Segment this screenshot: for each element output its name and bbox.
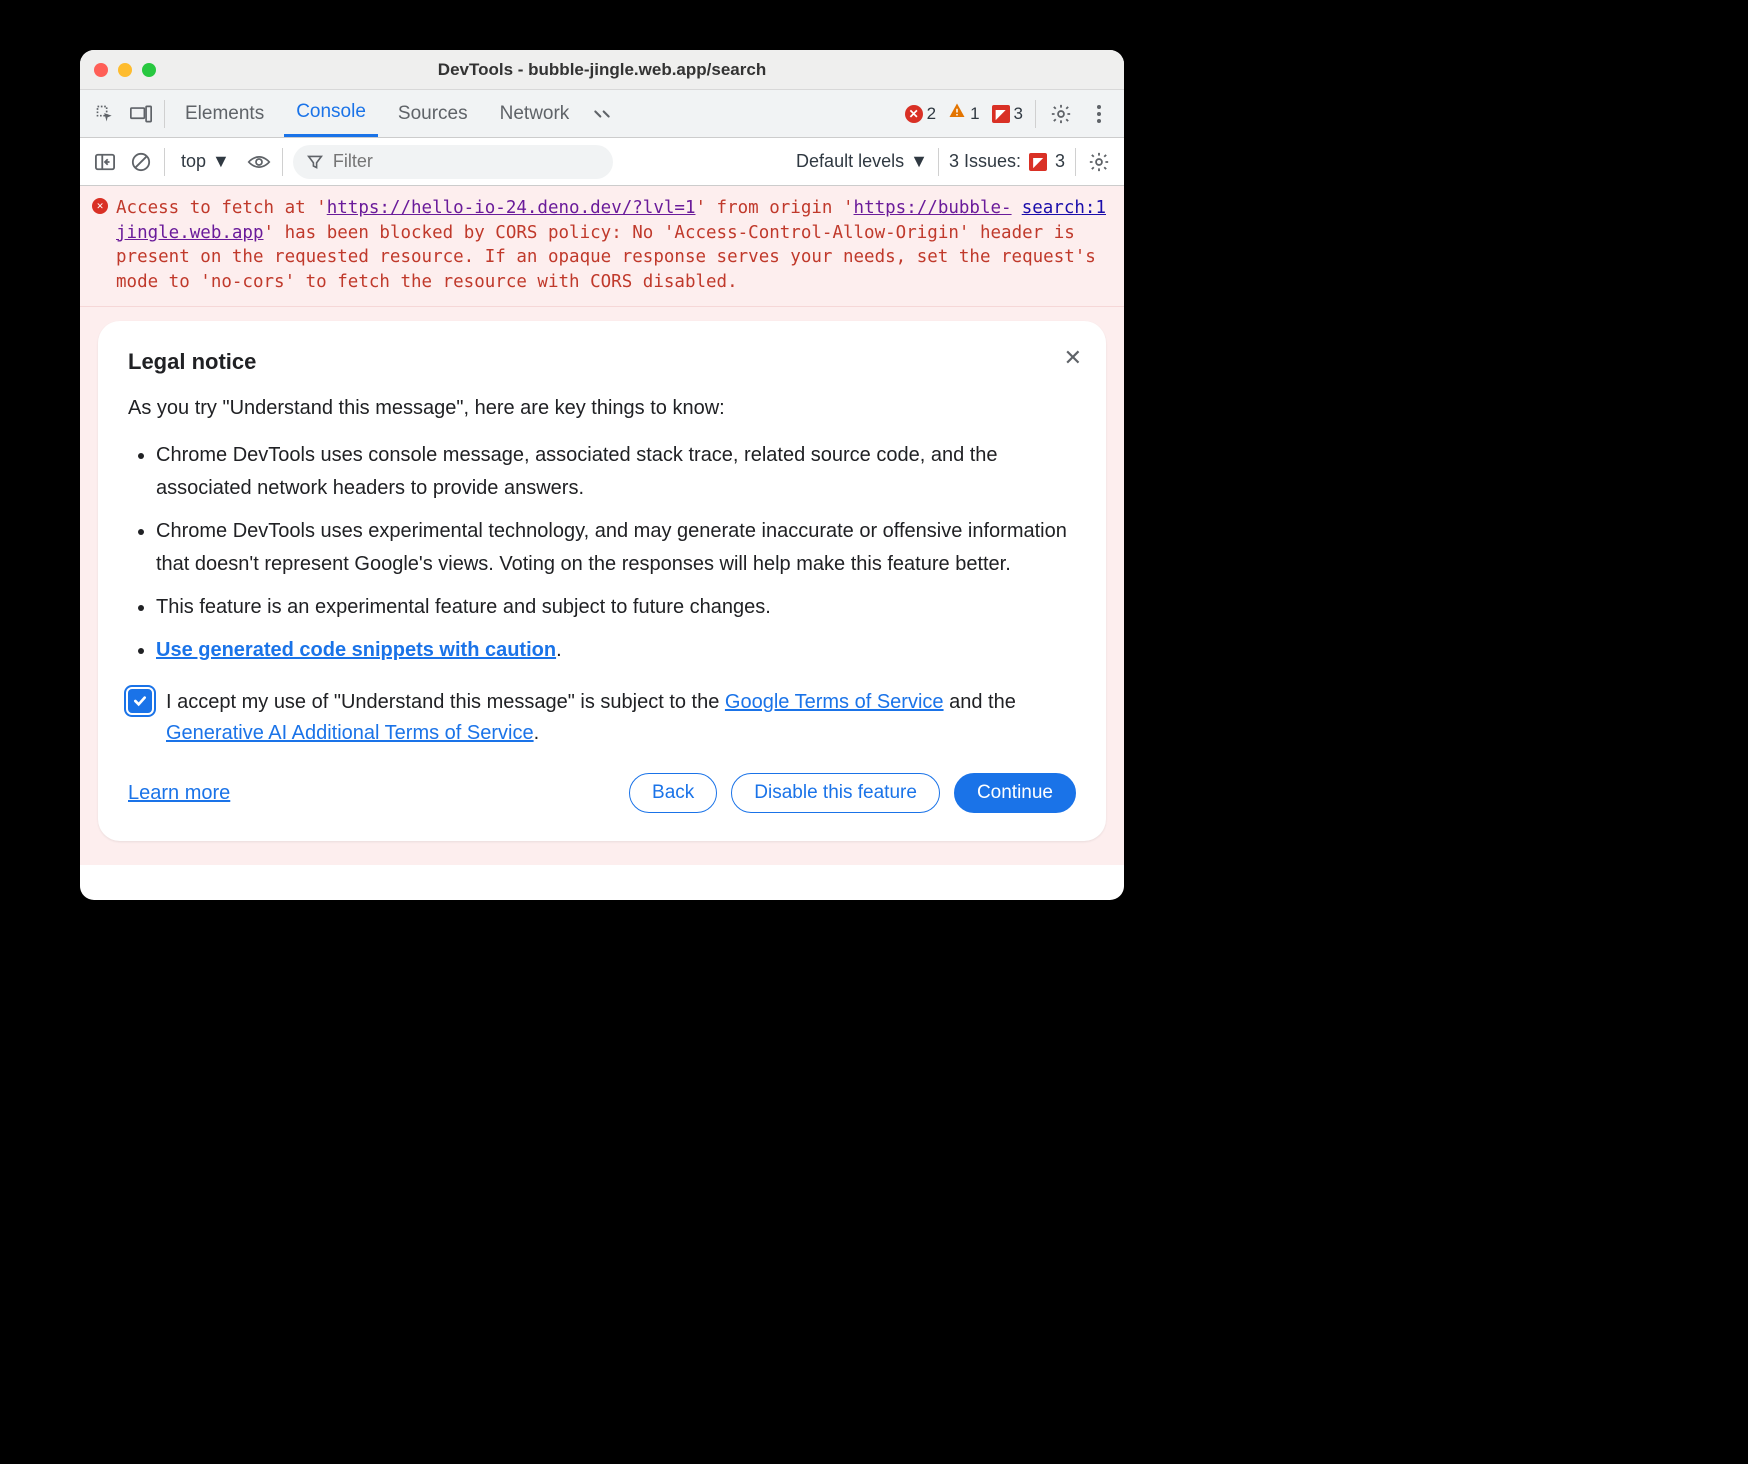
- tab-label: Network: [500, 103, 570, 125]
- issues-summary[interactable]: 3 Issues: ◤ 3: [949, 151, 1065, 172]
- live-expression-icon[interactable]: [246, 149, 272, 175]
- inspect-element-icon[interactable]: [92, 101, 118, 127]
- clear-console-icon[interactable]: [128, 149, 154, 175]
- levels-label: Default levels: [796, 151, 904, 172]
- count-value: 3: [1014, 104, 1023, 124]
- message-source-link[interactable]: search:1: [1022, 196, 1106, 221]
- legal-notice-wrap: ✕ Legal notice As you try "Understand th…: [80, 307, 1124, 865]
- warnings-count[interactable]: 1: [948, 102, 979, 125]
- minimize-window-button[interactable]: [118, 63, 132, 77]
- divider: [164, 100, 165, 128]
- error-icon: ✕: [92, 198, 108, 214]
- issues-flag-count[interactable]: ◤ 3: [992, 104, 1023, 124]
- google-tos-link[interactable]: Google Terms of Service: [725, 691, 944, 713]
- more-tabs-icon[interactable]: [589, 101, 615, 127]
- tab-label: Elements: [185, 103, 264, 125]
- window-title: DevTools - bubble-jingle.web.app/search: [438, 60, 766, 80]
- legal-bullet: This feature is an experimental feature …: [156, 591, 1076, 624]
- legal-notice-card: ✕ Legal notice As you try "Understand th…: [98, 321, 1106, 841]
- console-messages: ✕ search:1 Access to fetch at 'https://h…: [80, 186, 1124, 900]
- legal-bullet: Chrome DevTools uses experimental techno…: [156, 515, 1076, 581]
- context-label: top: [181, 151, 206, 172]
- log-levels-selector[interactable]: Default levels ▼: [796, 151, 928, 172]
- learn-more-link[interactable]: Learn more: [128, 782, 230, 805]
- genai-tos-link[interactable]: Generative AI Additional Terms of Servic…: [166, 722, 534, 744]
- divider: [164, 148, 165, 176]
- accept-text: I accept my use of "Understand this mess…: [162, 687, 1076, 749]
- devtools-window: DevTools - bubble-jingle.web.app/search: [80, 50, 1124, 900]
- console-error-message[interactable]: ✕ search:1 Access to fetch at 'https://h…: [80, 186, 1124, 307]
- device-toolbar-icon[interactable]: [128, 101, 154, 127]
- maximize-window-button[interactable]: [142, 63, 156, 77]
- funnel-icon: [307, 154, 323, 170]
- legal-bullet-link: Use generated code snippets with caution…: [156, 634, 1076, 667]
- issue-flag-icon: ◤: [992, 105, 1010, 123]
- accept-row: I accept my use of "Understand this mess…: [128, 687, 1076, 749]
- disable-feature-button[interactable]: Disable this feature: [731, 773, 940, 813]
- issues-count: 3: [1055, 151, 1065, 172]
- context-selector[interactable]: top ▼: [175, 147, 236, 176]
- errors-count[interactable]: ✕ 2: [905, 104, 936, 124]
- chevron-down-icon: ▼: [212, 151, 230, 172]
- tab-label: Console: [296, 101, 366, 123]
- filter-input[interactable]: [331, 150, 599, 173]
- divider: [1035, 100, 1036, 128]
- legal-title: Legal notice: [128, 349, 1076, 375]
- panel-tabstrip: Elements Console Sources Network ✕ 2 1: [80, 90, 1124, 138]
- divider: [1075, 148, 1076, 176]
- chevron-down-icon: ▼: [910, 151, 928, 172]
- card-footer: Learn more Back Disable this feature Con…: [128, 773, 1076, 813]
- legal-bullet: Chrome DevTools uses console message, as…: [156, 439, 1076, 505]
- warning-icon: [948, 102, 966, 125]
- back-button[interactable]: Back: [629, 773, 717, 813]
- code-caution-link[interactable]: Use generated code snippets with caution: [156, 639, 556, 661]
- fetch-url-link[interactable]: https://hello-io-24.deno.dev/?lvl=1: [327, 198, 696, 218]
- continue-button[interactable]: Continue: [954, 773, 1076, 813]
- tab-network[interactable]: Network: [488, 91, 582, 137]
- divider: [282, 148, 283, 176]
- filter-input-container[interactable]: [293, 145, 613, 179]
- close-icon[interactable]: ✕: [1064, 345, 1082, 371]
- close-window-button[interactable]: [94, 63, 108, 77]
- toggle-sidebar-icon[interactable]: [92, 149, 118, 175]
- message-text: Access to fetch at 'https://hello-io-24.…: [116, 198, 1096, 292]
- window-controls: [94, 63, 156, 77]
- legal-bullets: Chrome DevTools uses console message, as…: [128, 439, 1076, 667]
- tab-sources[interactable]: Sources: [386, 91, 480, 137]
- kebab-menu-icon[interactable]: [1086, 101, 1112, 127]
- count-value: 2: [927, 104, 936, 124]
- settings-gear-icon[interactable]: [1048, 101, 1074, 127]
- console-settings-gear-icon[interactable]: [1086, 149, 1112, 175]
- divider: [938, 148, 939, 176]
- error-icon: ✕: [905, 105, 923, 123]
- legal-intro: As you try "Understand this message", he…: [128, 393, 1076, 423]
- tab-elements[interactable]: Elements: [173, 91, 276, 137]
- titlebar: DevTools - bubble-jingle.web.app/search: [80, 50, 1124, 90]
- tab-console[interactable]: Console: [284, 91, 378, 137]
- console-filter-bar: top ▼ Default levels ▼ 3 Issues: ◤ 3: [80, 138, 1124, 186]
- issue-flag-icon: ◤: [1029, 153, 1047, 171]
- tab-label: Sources: [398, 103, 468, 125]
- issues-label: 3 Issues:: [949, 151, 1021, 172]
- accept-checkbox[interactable]: [128, 689, 152, 713]
- count-value: 1: [970, 104, 979, 124]
